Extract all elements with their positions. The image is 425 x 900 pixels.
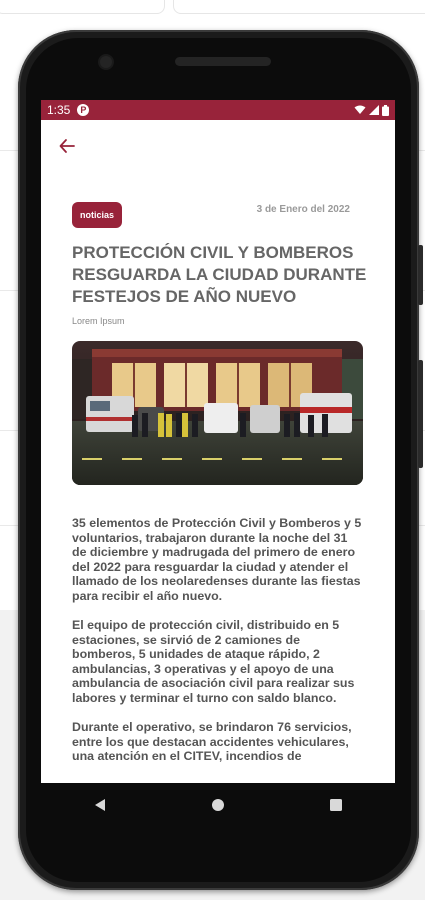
article-paragraph: 35 elementos de Protección Civil y Bombe…	[72, 516, 362, 603]
article-title: PROTECCIÓN CIVIL Y BOMBEROS RESGUARDA LA…	[72, 243, 367, 306]
nav-recents-button[interactable]	[316, 790, 356, 820]
recents-square-icon	[330, 798, 342, 811]
back-triangle-icon	[95, 798, 105, 811]
status-time: 1:35	[47, 103, 71, 117]
system-nav-bar	[41, 783, 395, 826]
article-content[interactable]: noticias 3 de Enero del 2022 PROTECCIÓN …	[41, 172, 395, 783]
phone-screen: 1:35 P noticias 3 de Enero del 2022 PROT…	[41, 100, 395, 783]
status-left: 1:35 P	[47, 103, 90, 117]
article-paragraph: El equipo de protección civil, distribui…	[72, 618, 355, 705]
article-meta: noticias 3 de Enero del 2022	[72, 202, 350, 230]
power-button	[418, 245, 423, 305]
earpiece-speaker	[175, 57, 271, 66]
signal-icon	[369, 105, 379, 115]
article-body: 35 elementos de Protección Civil y Bombe…	[72, 516, 364, 779]
background-card	[173, 0, 425, 14]
battery-icon	[382, 104, 389, 116]
nav-back-button[interactable]	[80, 790, 120, 820]
background-card	[0, 0, 165, 14]
app-bar	[41, 120, 395, 172]
fire-station-photo	[72, 341, 363, 485]
home-circle-icon	[212, 798, 224, 811]
front-camera	[100, 56, 112, 68]
article-paragraph: Durante el operativo, se brindaron 76 se…	[72, 720, 352, 763]
category-badge[interactable]: noticias	[72, 202, 123, 228]
article-author: Lorem Ipsum	[72, 316, 125, 326]
arrow-left-icon	[59, 139, 75, 153]
p-circle-icon: P	[77, 104, 90, 116]
back-button[interactable]	[55, 134, 79, 158]
nav-home-button[interactable]	[198, 790, 238, 820]
article-photo	[72, 341, 363, 485]
article-date: 3 de Enero del 2022	[256, 204, 350, 215]
volume-button	[418, 360, 423, 468]
status-bar: 1:35 P	[41, 100, 395, 120]
wifi-icon	[354, 105, 366, 114]
status-right	[354, 104, 389, 116]
